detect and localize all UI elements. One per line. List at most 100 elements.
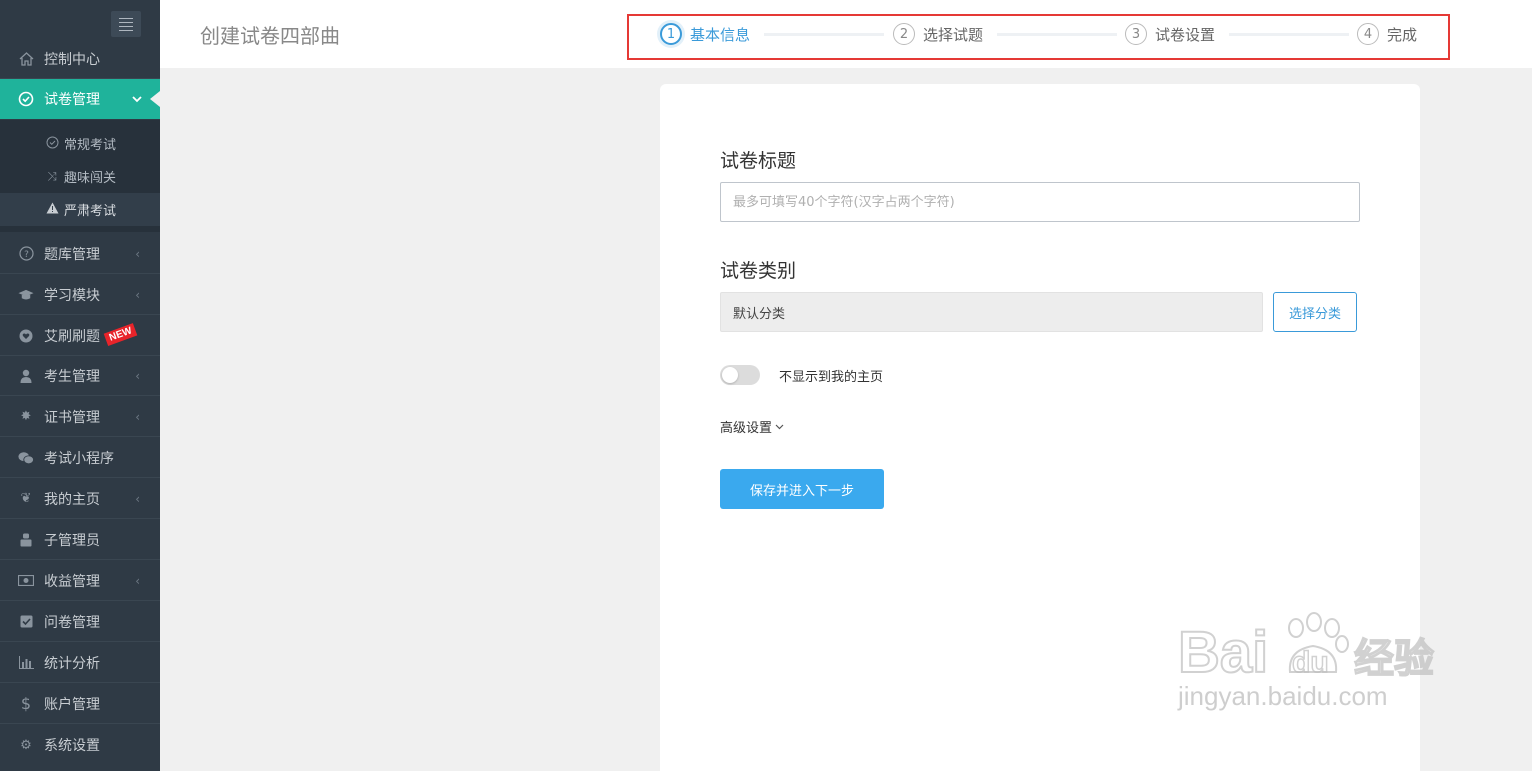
sidebar-item-label: 问卷管理	[44, 614, 100, 631]
chevron-left-icon: ‹	[135, 246, 140, 261]
sidebar-item-certificate-management[interactable]: ✸ 证书管理 ‹	[0, 397, 160, 437]
sidebar-item-my-homepage[interactable]: ❦ 我的主页 ‹	[0, 479, 160, 519]
menu-line	[119, 25, 133, 27]
sidebar-item-label: 学习模块	[44, 287, 100, 304]
sidebar-item-mini-program[interactable]: 考试小程序	[0, 438, 160, 478]
sidebar-item-label: 考试小程序	[44, 450, 114, 467]
sidebar-item-sub-admin[interactable]: 子管理员	[0, 520, 160, 560]
sidebar-item-candidate-management[interactable]: 考生管理 ‹	[0, 356, 160, 396]
menu-toggle-button[interactable]	[111, 11, 141, 37]
sidebar-item-revenue-management[interactable]: 收益管理 ‹	[0, 561, 160, 601]
sidebar-item-account-management[interactable]: $ 账户管理	[0, 684, 160, 724]
shuffle-icon: ⤨	[47, 169, 57, 183]
home-icon	[18, 51, 34, 67]
page-title: 创建试卷四部曲	[200, 24, 340, 48]
admin-icon	[18, 532, 34, 548]
step-connector	[997, 33, 1117, 36]
sub-item-label: 严肃考试	[64, 204, 117, 219]
step-label: 完成	[1387, 25, 1418, 44]
step-label: 选择试题	[923, 25, 984, 44]
step-connector	[764, 33, 884, 36]
step-exam-settings[interactable]: 3 试卷设置	[1125, 23, 1215, 45]
chevron-left-icon: ‹	[135, 573, 140, 588]
sidebar-item-label: 收益管理	[44, 573, 100, 590]
check-circle-icon	[18, 91, 34, 107]
baidu-jingyan-logo: Bai du 经验	[1177, 612, 1435, 686]
chevron-left-icon: ‹	[135, 287, 140, 302]
dollar-icon: $	[20, 694, 32, 713]
category-field: 默认分类	[720, 292, 1263, 332]
toggle-knob	[722, 367, 738, 383]
svg-text:?: ?	[24, 250, 29, 260]
checkbox-icon	[18, 614, 34, 630]
sidebar-item-learning-module[interactable]: 学习模块 ‹	[0, 275, 160, 315]
step-number: 2	[893, 23, 915, 45]
save-and-next-button[interactable]: 保存并进入下一步	[720, 469, 884, 509]
step-connector	[1229, 33, 1349, 36]
header: 创建试卷四部曲 1 基本信息 2 选择试题 3 试卷设置 4 完成	[160, 0, 1532, 68]
sidebar-item-label: 控制中心	[44, 51, 100, 68]
step-select-questions[interactable]: 2 选择试题	[893, 23, 983, 45]
certificate-icon: ✸	[20, 409, 32, 424]
advanced-settings-link[interactable]: 高级设置	[720, 417, 784, 436]
choose-category-button[interactable]: 选择分类	[1273, 292, 1357, 332]
sidebar-item-label: 证书管理	[44, 409, 100, 426]
menu-line	[119, 17, 133, 19]
wechat-icon	[18, 450, 34, 466]
check-circle-icon	[45, 136, 59, 152]
step-label: 基本信息	[690, 25, 751, 44]
sub-item-fun-challenge[interactable]: ⤨ 趣味闯关	[0, 160, 160, 193]
graduation-cap-icon	[18, 287, 34, 303]
sidebar-item-quiz[interactable]: 艾刷刷题	[0, 316, 160, 356]
money-icon	[18, 573, 34, 589]
chevron-down-icon	[775, 419, 784, 434]
sub-item-label: 常规考试	[64, 138, 117, 153]
sidebar-item-label: 统计分析	[44, 655, 100, 672]
sidebar-item-label: 账户管理	[44, 696, 100, 713]
step-finish[interactable]: 4 完成	[1357, 23, 1417, 45]
chevron-left-icon: ‹	[135, 409, 140, 424]
category-value: 默认分类	[733, 306, 786, 322]
sidebar-item-survey-management[interactable]: 问卷管理	[0, 602, 160, 642]
exam-category-label: 试卷类别	[720, 260, 797, 282]
gear-icon: ⚙	[20, 737, 32, 753]
exam-title-input[interactable]	[720, 182, 1360, 222]
advanced-settings-label: 高级设置	[720, 421, 773, 436]
sidebar-item-label: 考生管理	[44, 368, 100, 385]
baidu-watermark: Bai du 经验 jingyan.baidu.com	[1177, 610, 1448, 712]
steps-highlight-box: 1 基本信息 2 选择试题 3 试卷设置 4 完成	[627, 14, 1450, 60]
sidebar-item-control-center[interactable]: 控制中心	[0, 39, 160, 79]
sub-item-serious-exam[interactable]: 严肃考试	[0, 193, 160, 226]
leaf-icon: ❦	[20, 491, 32, 506]
exam-title-label: 试卷标题	[720, 150, 797, 172]
step-number: 4	[1357, 23, 1379, 45]
sidebar-item-label: 子管理员	[44, 532, 100, 549]
sidebar-item-label: 系统设置	[44, 738, 100, 754]
warning-icon	[45, 202, 59, 217]
chevron-left-icon: ‹	[135, 491, 140, 506]
bar-chart-icon	[18, 655, 34, 671]
step-basic-info[interactable]: 1 基本信息	[660, 23, 750, 45]
sidebar-item-label: 题库管理	[44, 246, 100, 263]
chevron-left-icon: ‹	[135, 368, 140, 383]
sidebar-item-statistics[interactable]: 统计分析	[0, 643, 160, 683]
toggle-label: 不显示到我的主页	[779, 370, 884, 385]
svg-text:经验: 经验	[1354, 636, 1434, 680]
hide-from-homepage-toggle[interactable]	[720, 365, 760, 385]
step-label: 试卷设置	[1155, 25, 1216, 44]
question-circle-icon: ?	[18, 246, 34, 262]
sub-item-regular-exam[interactable]: 常规考试	[0, 127, 160, 160]
heart-icon	[18, 328, 34, 344]
menu-line	[119, 29, 133, 31]
sidebar-item-label: 我的主页	[44, 491, 100, 508]
svg-text:du: du	[1292, 646, 1329, 679]
user-icon	[18, 368, 34, 384]
svg-text:Bai: Bai	[1178, 620, 1268, 680]
sidebar: 控制中心 试卷管理 常规考试 ⤨ 趣味闯关 严肃考试 ? 题库管理 ‹ 学习模块…	[0, 0, 160, 771]
sidebar-item-question-bank[interactable]: ? 题库管理 ‹	[0, 234, 160, 274]
watermark-url: jingyan.baidu.com	[1178, 681, 1388, 711]
step-number: 3	[1125, 23, 1147, 45]
sidebar-item-label: 试卷管理	[44, 92, 100, 108]
sidebar-item-exam-management[interactable]: 试卷管理	[0, 79, 160, 119]
sidebar-item-system-settings[interactable]: ⚙ 系统设置	[0, 725, 160, 765]
